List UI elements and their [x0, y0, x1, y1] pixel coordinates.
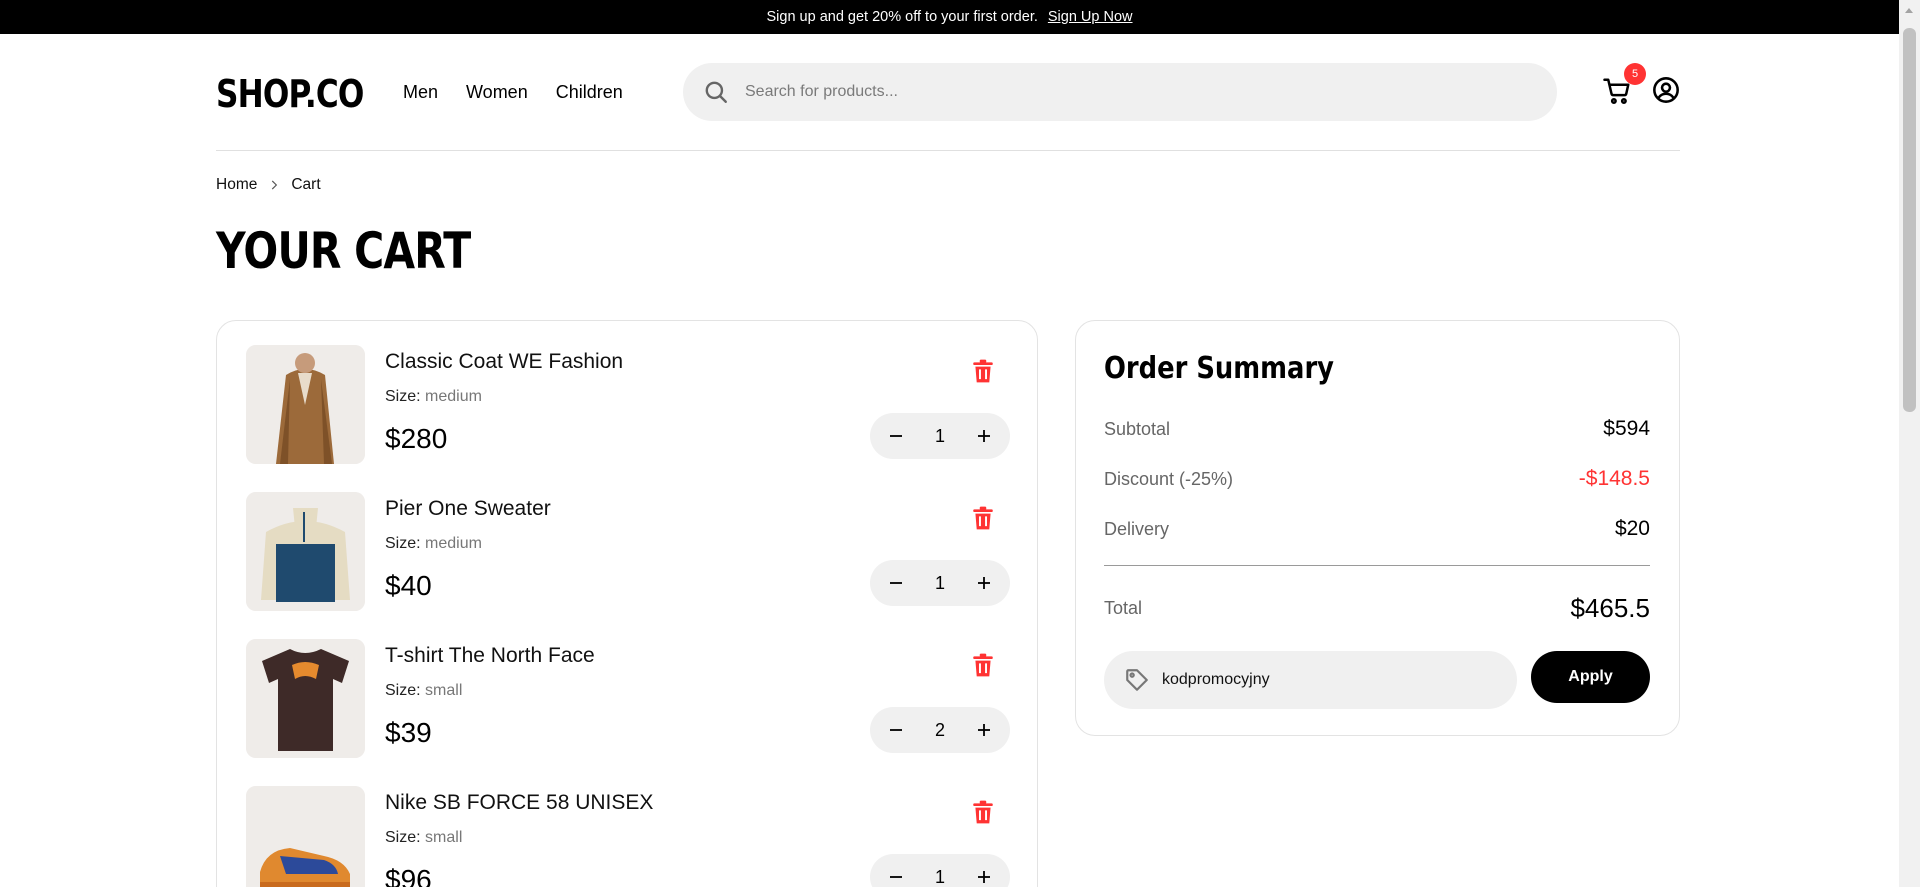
quantity-value: 1: [934, 572, 945, 593]
breadcrumb-current: Cart: [291, 176, 321, 193]
item-size: Size: medium: [385, 388, 482, 406]
delivery-value: $20: [1614, 517, 1650, 540]
product-image-sweater[interactable]: [246, 492, 365, 611]
cart-item: Pier One Sweater Size: medium $40 1: [246, 492, 1010, 612]
total-label: Total: [1104, 598, 1143, 618]
item-price: $39: [385, 717, 432, 748]
item-size: Size: medium: [385, 535, 482, 553]
size-value: medium: [425, 535, 482, 552]
nav-children[interactable]: Children: [556, 82, 623, 103]
apply-promo-button[interactable]: Apply: [1531, 651, 1650, 703]
trash-icon[interactable]: [970, 799, 996, 825]
minus-icon[interactable]: [888, 575, 904, 591]
product-image-tshirt[interactable]: [246, 639, 365, 758]
minus-icon[interactable]: [888, 428, 904, 444]
promo-bar: Sign up and get 20% off to your first or…: [0, 0, 1899, 34]
product-image-sneaker[interactable]: [246, 786, 365, 887]
item-size: Size: small: [385, 682, 462, 700]
size-value: small: [425, 682, 463, 699]
nav-women[interactable]: Women: [466, 82, 528, 103]
main-nav: Men Women Children: [403, 82, 623, 103]
quantity-value: 2: [934, 719, 945, 740]
discount-label: Discount (-25%): [1104, 468, 1234, 489]
trash-icon[interactable]: [970, 505, 996, 531]
breadcrumb: Home Cart: [216, 176, 321, 194]
size-value: small: [425, 829, 463, 846]
discount-value: -$148.5: [1578, 467, 1650, 490]
minus-icon[interactable]: [888, 869, 904, 885]
quantity-stepper: 1: [870, 413, 1010, 459]
size-label: Size:: [385, 535, 421, 552]
size-value: medium: [425, 388, 482, 405]
item-size: Size: small: [385, 829, 462, 847]
order-summary: Order Summary Subtotal $594 Discount (-2…: [1075, 320, 1680, 736]
quantity-stepper: 1: [870, 560, 1010, 606]
item-price: $96: [385, 864, 432, 887]
quantity-value: 1: [934, 866, 945, 887]
product-image-coat[interactable]: [246, 345, 365, 464]
summary-divider: [1104, 565, 1650, 566]
quantity-stepper: 1: [870, 854, 1010, 887]
plus-icon[interactable]: [976, 722, 992, 738]
logo[interactable]: SHOP.CO: [216, 72, 364, 116]
item-name[interactable]: T-shirt The North Face: [385, 644, 595, 668]
scrollbar-thumb[interactable]: [1903, 28, 1916, 412]
scroll-up-icon[interactable]: [1905, 8, 1913, 13]
plus-icon[interactable]: [976, 575, 992, 591]
site-header: SHOP.CO Men Women Children 5: [216, 34, 1680, 151]
trash-icon[interactable]: [970, 358, 996, 384]
sign-up-link[interactable]: Sign Up Now: [1048, 9, 1133, 25]
total-value: $465.5: [1570, 593, 1650, 623]
breadcrumb-home[interactable]: Home: [216, 176, 257, 194]
delivery-label: Delivery: [1104, 518, 1170, 539]
search-bar: [683, 63, 1557, 121]
plus-icon[interactable]: [976, 869, 992, 885]
item-name[interactable]: Pier One Sweater: [385, 497, 551, 521]
cart-items-list: Classic Coat WE Fashion Size: medium $28…: [216, 320, 1038, 887]
cart-item: T-shirt The North Face Size: small $39 2: [246, 639, 1010, 759]
size-label: Size:: [385, 682, 421, 699]
minus-icon[interactable]: [888, 722, 904, 738]
search-icon: [705, 81, 727, 103]
item-name[interactable]: Classic Coat WE Fashion: [385, 350, 623, 374]
chevron-right-icon: [272, 180, 278, 190]
size-label: Size:: [385, 388, 421, 405]
quantity-stepper: 2: [870, 707, 1010, 753]
quantity-value: 1: [934, 425, 945, 446]
trash-icon[interactable]: [970, 652, 996, 678]
tag-icon: [1126, 669, 1148, 691]
search-input[interactable]: [745, 83, 1505, 101]
subtotal-row: Subtotal $594: [1104, 417, 1650, 441]
cart-item: Classic Coat WE Fashion Size: medium $28…: [246, 345, 1010, 465]
subtotal-label: Subtotal: [1104, 418, 1171, 439]
plus-icon[interactable]: [976, 428, 992, 444]
item-price: $280: [385, 423, 448, 454]
order-summary-title: Order Summary: [1104, 351, 1334, 386]
delivery-row: Delivery $20: [1104, 517, 1650, 541]
scrollbar[interactable]: [1899, 0, 1920, 887]
user-account-icon[interactable]: [1652, 76, 1680, 104]
promo-code-field: [1104, 651, 1517, 709]
page-title: YOUR CART: [216, 222, 471, 280]
size-label: Size:: [385, 829, 421, 846]
promo-code-input[interactable]: [1162, 671, 1502, 689]
cart-count-badge: 5: [1624, 63, 1646, 85]
subtotal-value: $594: [1603, 417, 1650, 440]
cart-item: Nike SB FORCE 58 UNISEX Size: small $96 …: [246, 786, 1010, 887]
item-name[interactable]: Nike SB FORCE 58 UNISEX: [385, 791, 653, 815]
discount-row: Discount (-25%) -$148.5: [1104, 467, 1650, 491]
item-price: $40: [385, 570, 432, 601]
nav-men[interactable]: Men: [403, 82, 438, 103]
total-row: Total $465.5: [1104, 593, 1650, 624]
promo-text: Sign up and get 20% off to your first or…: [766, 9, 1038, 25]
